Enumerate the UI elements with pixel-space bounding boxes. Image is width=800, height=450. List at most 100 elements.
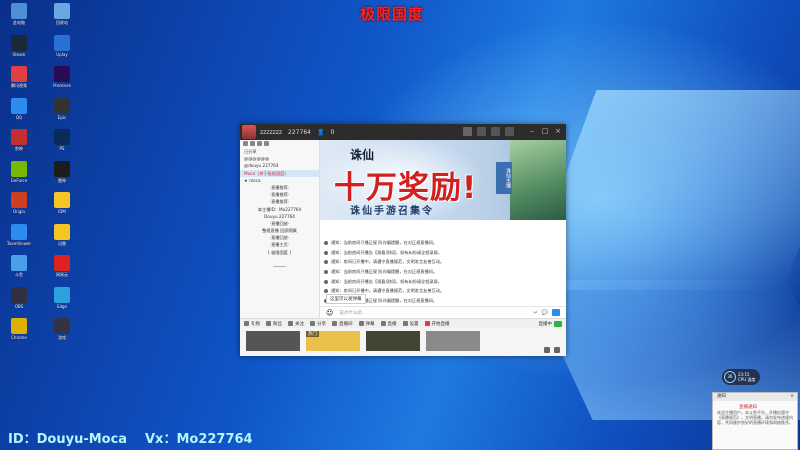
app-icon [54,160,70,177]
desktop-icon[interactable]: 此电脑 [5,3,33,25]
desktop-icon-label: 剪映 [15,146,23,151]
list-icon[interactable] [477,127,486,136]
desktop-icon-label: IDM [58,209,66,214]
app-icon [54,34,70,51]
recommend-thumb[interactable]: 热门 [306,331,360,351]
chat-input-row[interactable]: ☺ 说点什么吧... ↵ 💬 [320,306,566,318]
app-icon [11,255,27,271]
desktop-icon-label: Uplay [56,51,68,57]
recommend-thumb[interactable] [366,331,420,351]
notification-header: 通知 [717,394,726,399]
screenshot-icon[interactable] [544,347,550,353]
desktop-icon-label: 回收站 [56,20,68,25]
system-monitor-widget[interactable]: 36 23:15 CPU 温度 [722,369,760,385]
toolbar-item-label: 弹幕 [365,321,375,327]
desktop-icon[interactable]: Steam [5,34,33,57]
emoji-icon[interactable]: ☺ [326,309,333,317]
desktop-icon[interactable]: 斗鱼 [5,255,33,277]
return-icon[interactable]: ↵ [534,310,538,316]
maximize-icon[interactable]: □ [541,127,549,135]
search-icon[interactable] [264,141,269,146]
desktop-icon[interactable]: Uplay [48,34,76,57]
system-icon [324,250,328,255]
send-button[interactable] [552,309,560,316]
desktop-icon[interactable]: IDM [48,192,76,214]
app-icon [54,318,70,334]
chat-message-text: 通知：房间已开播中，请遵守直播规范，文明发言友善互动。 [331,259,445,265]
desktop-icon-label: Steam [12,51,26,57]
desktop-icon-label: 游戏 [58,335,66,340]
share-icon[interactable] [250,141,255,146]
game-icon[interactable] [491,127,500,136]
banner-headline: 十万奖励! [334,170,478,206]
toolbar-item[interactable]: 直播 [380,321,397,327]
app-icon [11,129,27,145]
desktop-icon[interactable]: 网易云 [48,255,76,277]
sidebar-line: 整理直播 回顾锦集 [262,228,297,234]
signal-icon [554,320,562,327]
viewer-count: 0 [330,128,335,136]
desktop-icon-label: Epic [57,114,67,120]
desktop-icon[interactable]: Premiere [48,66,76,88]
chat-message-text: 通知：当前房间只播正规 防诈骗提醒，在对正规直播间。 [331,239,438,245]
toolbar-item[interactable]: 礼物 [244,321,260,327]
system-icon [324,269,328,274]
viewer-icon: 👤 [316,128,325,136]
desktop-icon[interactable]: GeForce [5,160,33,183]
desktop-icon[interactable]: 剪映 [5,129,33,151]
app-icon [11,223,27,240]
toolbar-item[interactable]: 粉丝 [266,321,282,327]
settings-icon[interactable] [554,347,560,353]
toolbar-icon [288,321,293,326]
desktop-icon[interactable]: 迅雷 [48,223,76,246]
room-name: zzzzzzz [260,128,283,136]
desktop-icon[interactable]: 回收站 [48,3,76,25]
chat-input[interactable]: 说点什么吧... [339,310,366,316]
douyu-live-window[interactable]: zzzzzzz 227764 👤 0 – □ × 已分享 @@@@@@ @douyu… [240,124,566,356]
home-icon[interactable] [463,127,472,136]
promo-banner[interactable]: 诛仙 十万奖励! 诛仙手游召集令 诛仙主播 [320,140,566,220]
desktop-icon[interactable]: PS [48,129,76,151]
desktop-icon[interactable]: OBS [5,286,33,309]
live-status[interactable]: 直播中 [539,320,562,327]
start-live-button[interactable]: 开始直播 [424,321,450,327]
toolbar-item[interactable]: 弹幕 [358,321,375,327]
toolbar-item[interactable]: 设置 [402,321,419,327]
minimize-icon[interactable]: – [528,127,536,135]
desktop-icon[interactable]: Origin [5,192,33,214]
desktop-icon-label: PS [59,146,65,151]
avatar[interactable] [242,125,256,139]
toolbar-item[interactable]: 直播间 [332,321,353,327]
desktop-icon[interactable]: Epic [48,97,76,120]
desktop-icon[interactable]: 游戏 [48,318,76,340]
toolbar-item[interactable]: 分享 [310,321,326,327]
desktop-icon[interactable]: QQ [5,97,33,120]
desktop-icon[interactable]: 雷神 [48,160,76,183]
desktop-icon[interactable]: Chrome [5,318,33,340]
sidebar-line: ·直播推荐· [269,184,290,190]
toolbar-item[interactable]: 关注 [288,321,304,327]
desktop-icon-label: Premiere [53,83,71,88]
app-icon [54,255,70,271]
notification-popup[interactable]: 通知 × 直播通知 欢迎主播用户，本斗鱼平台，开播应遵守《直播规范》，文明直播，… [712,392,798,450]
chat-message: 通知：当前房间开播告【观看须知】，如有纠纷请全程录屏。 [324,248,566,258]
banner-subline: 诛仙手游召集令 [350,206,434,217]
room-description: 已分享 @@@@@@ @douyu 227764 Moca（关于极限国度） ★ moc… [240,148,319,270]
gear-icon[interactable] [505,127,514,136]
window-titlebar[interactable]: zzzzzzz 227764 👤 0 – □ × [240,124,566,140]
toolbar-icon [402,321,408,326]
recommend-thumb[interactable] [426,331,480,351]
chat-bubble-icon[interactable]: 💬 [542,310,548,316]
user-icon[interactable] [243,141,248,146]
sidebar-line: Moca（关于极限国度） [240,169,319,177]
desktop-icon[interactable]: Edge [48,286,76,309]
close-icon[interactable]: × [554,127,562,135]
copy-icon[interactable] [257,141,262,146]
close-icon[interactable]: × [790,393,794,401]
desktop-icon[interactable]: 腾讯视频 [5,66,33,88]
desktop-icon-label: 网易云 [56,272,68,277]
desktop-icon-label: 斗鱼 [15,272,23,277]
desktop-icon[interactable]: TeamViewer [5,223,33,246]
streamer-wechat: Vx：Mo227764 [145,432,253,447]
recommend-thumb[interactable] [246,331,300,351]
